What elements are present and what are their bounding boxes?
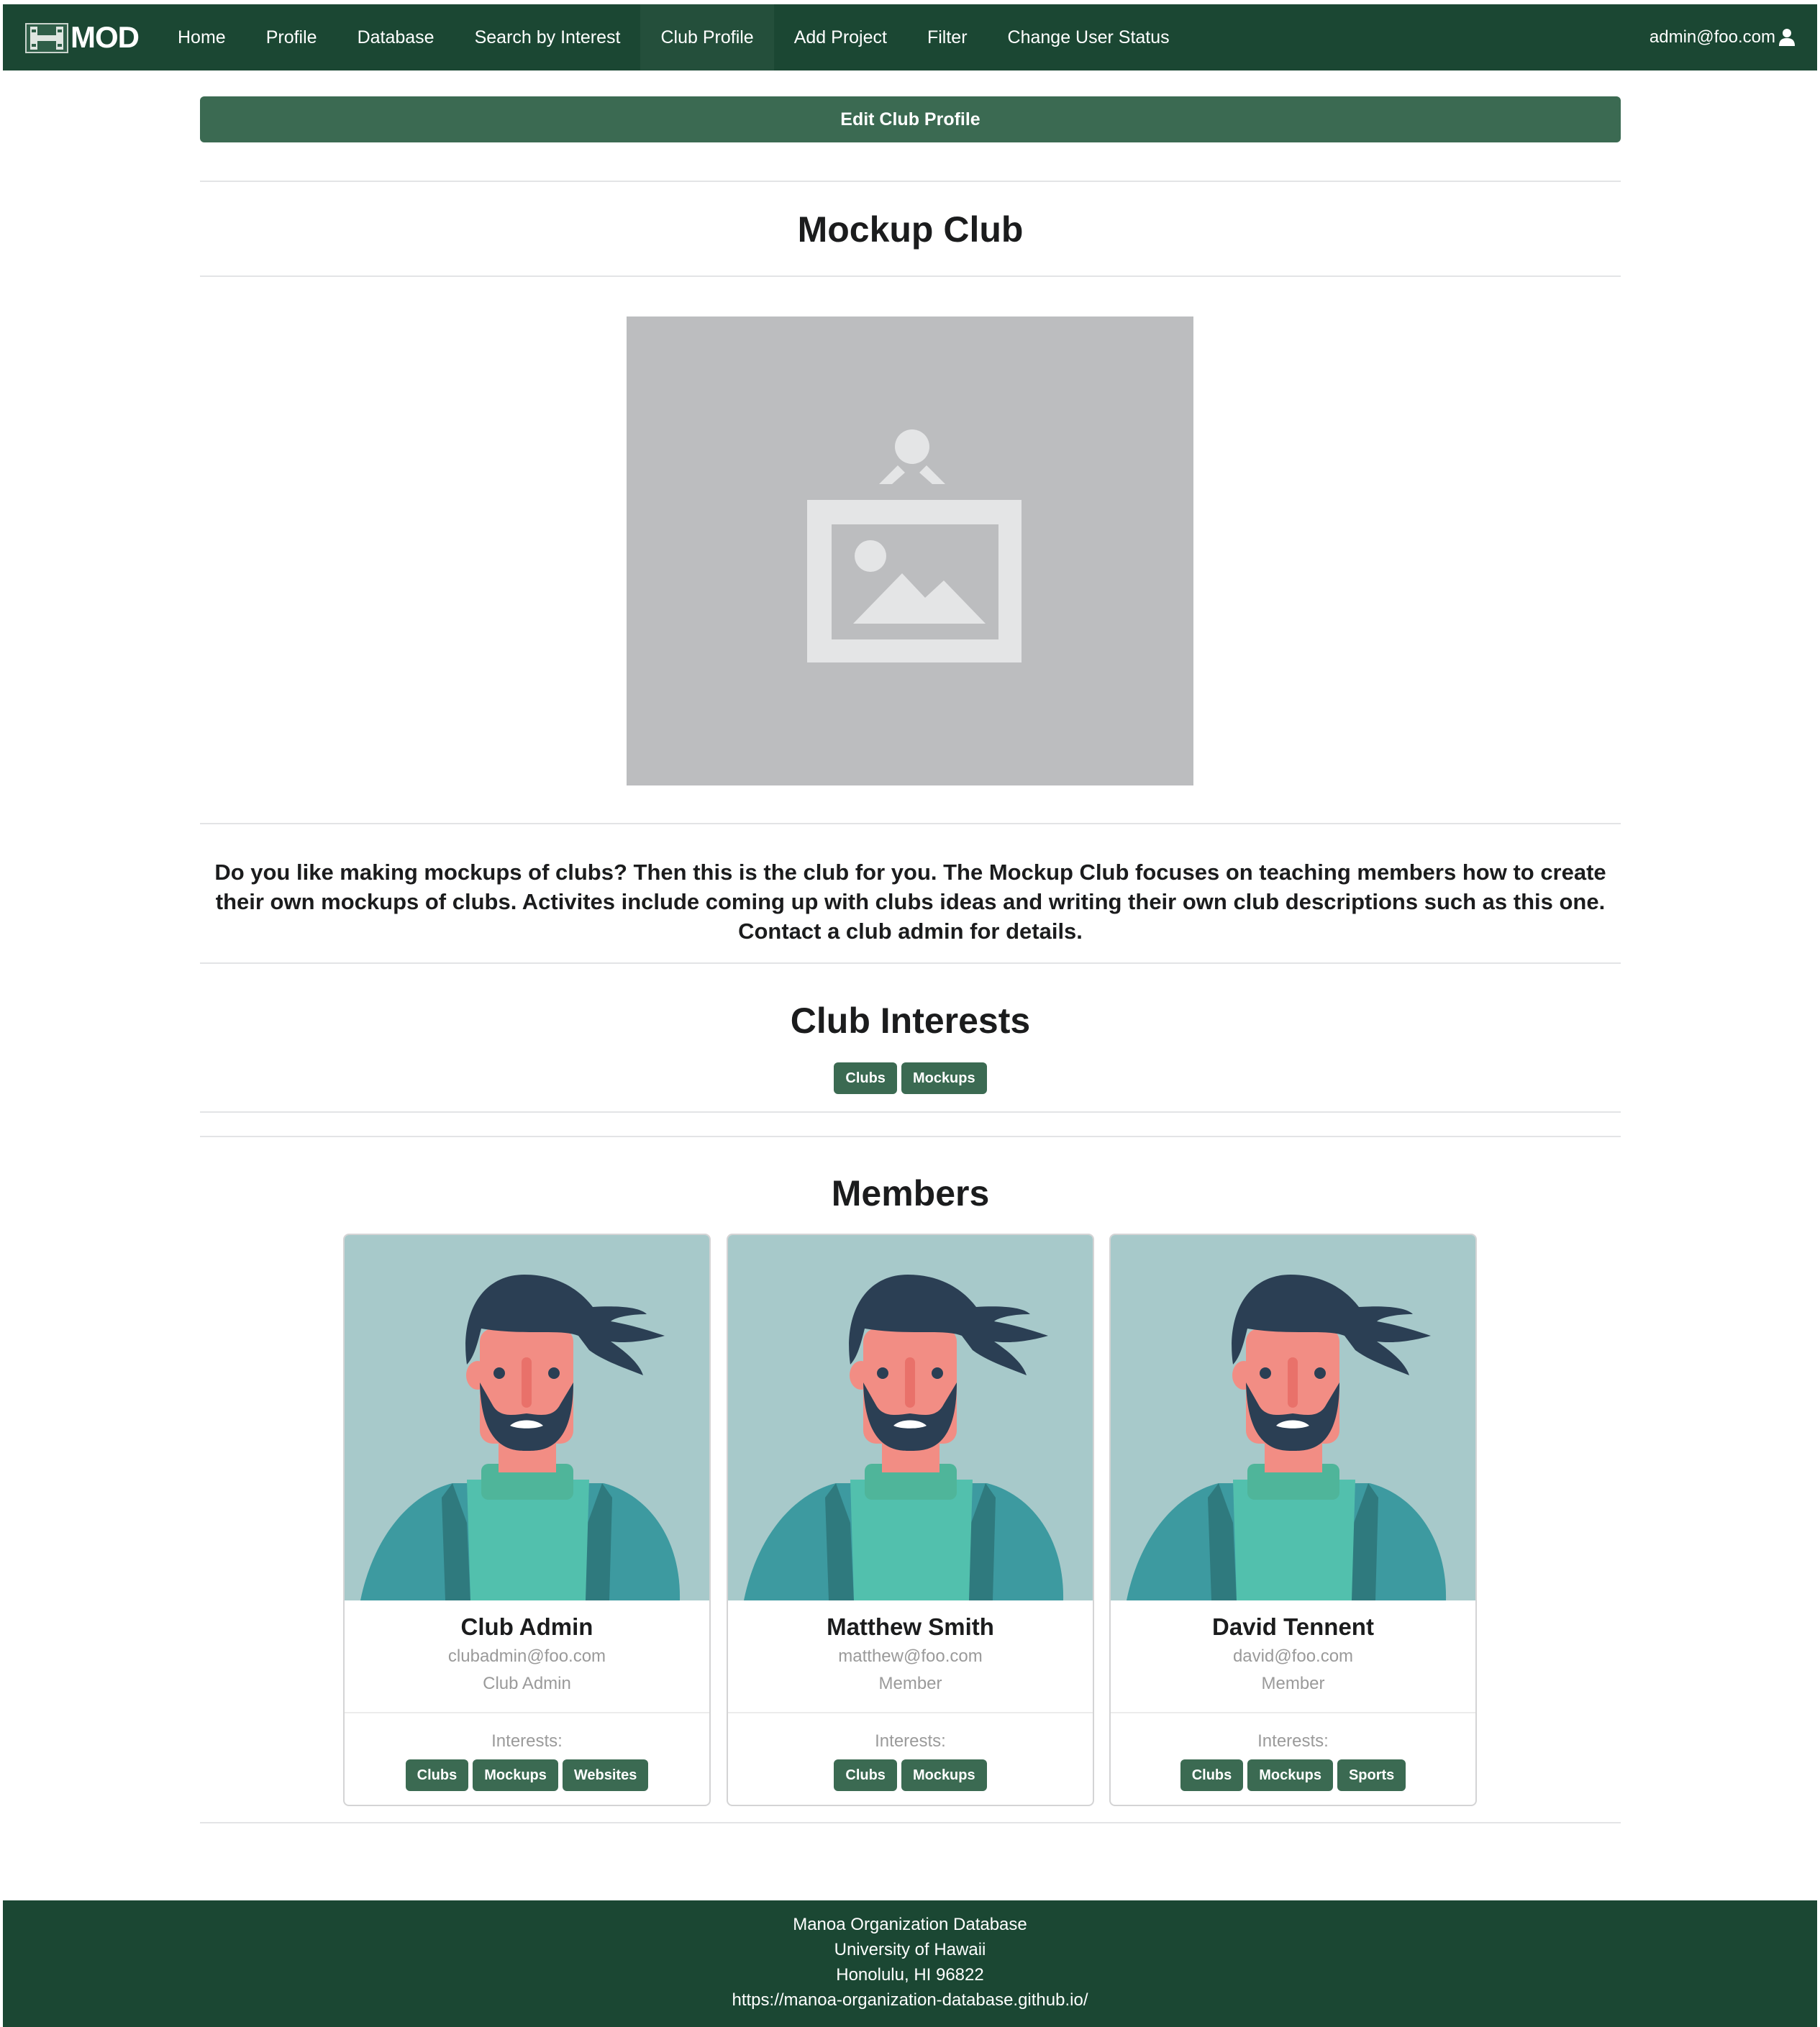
footer-org-name: Manoa Organization Database (793, 1915, 1027, 1934)
logo-text: MOD (70, 20, 140, 54)
club-interest-tags: Clubs Mockups (200, 1062, 1621, 1094)
member-avatar (728, 1235, 1093, 1600)
divider (200, 1822, 1621, 1823)
nav-database[interactable]: Database (337, 4, 455, 70)
interest-tag[interactable]: Websites (562, 1759, 649, 1791)
member-email: matthew@foo.com (838, 1646, 983, 1666)
card-divider (1111, 1712, 1475, 1713)
club-image (627, 316, 1193, 785)
divider (200, 275, 1621, 277)
member-card[interactable]: Matthew Smith matthew@foo.com Member Int… (727, 1234, 1094, 1806)
nav-club-profile[interactable]: Club Profile (640, 4, 774, 70)
interest-tag[interactable]: Clubs (1180, 1759, 1244, 1791)
club-name: Mockup Club (797, 209, 1024, 250)
footer: Manoa Organization Database University o… (3, 1900, 1817, 2027)
avatar-icon (744, 1275, 1064, 1600)
nav-filter[interactable]: Filter (907, 4, 988, 70)
interest-tag[interactable]: Mockups (901, 1759, 987, 1791)
edit-club-profile-button[interactable]: Edit Club Profile (200, 96, 1621, 142)
divider (200, 823, 1621, 824)
member-email: david@foo.com (1232, 1646, 1354, 1666)
member-avatar (345, 1235, 709, 1600)
interest-tag[interactable]: Mockups (1247, 1759, 1333, 1791)
interests-label: Interests: (1257, 1731, 1329, 1751)
member-role: Club Admin (483, 1674, 571, 1693)
club-interests-title: Club Interests (790, 1001, 1031, 1041)
member-name: Club Admin (460, 1613, 593, 1640)
footer-link[interactable]: https://manoa-organization-database.gith… (3, 1987, 1817, 2013)
image-placeholder-icon (807, 429, 1022, 662)
nav-add-project[interactable]: Add Project (774, 4, 907, 70)
member-email: clubadmin@foo.com (447, 1646, 606, 1666)
member-name: Matthew Smith (827, 1613, 994, 1640)
interests-label: Interests: (875, 1731, 946, 1751)
footer-university: University of Hawaii (834, 1940, 986, 1959)
interest-tag[interactable]: Clubs (834, 1759, 897, 1791)
member-role: Member (1261, 1674, 1325, 1693)
top-navbar: MOD Home Profile Database Search by Inte… (3, 4, 1817, 70)
nav-profile[interactable]: Profile (246, 4, 337, 70)
members-title: Members (831, 1173, 990, 1213)
member-interest-tags: Clubs Mockups Sports (1111, 1759, 1475, 1791)
nav-home[interactable]: Home (158, 4, 246, 70)
uh-logo-icon (25, 23, 68, 53)
user-email: admin@foo.com (1649, 27, 1775, 47)
nav-search-by-interest[interactable]: Search by Interest (455, 4, 641, 70)
member-card[interactable]: David Tennent david@foo.com Member Inter… (1109, 1234, 1477, 1806)
interests-label: Interests: (491, 1731, 563, 1751)
member-interest-tags: Clubs Mockups Websites (345, 1759, 709, 1791)
interest-tag[interactable]: Clubs (834, 1062, 897, 1094)
footer-address: Honolulu, HI 96822 (836, 1965, 984, 1985)
divider (200, 181, 1621, 182)
divider (200, 1136, 1621, 1137)
member-card[interactable]: Club Admin clubadmin@foo.com Club Admin … (343, 1234, 711, 1806)
avatar-icon (1127, 1275, 1447, 1600)
divider (200, 1111, 1621, 1113)
interest-tag[interactable]: Mockups (901, 1062, 987, 1094)
member-role: Member (878, 1674, 942, 1693)
club-description: Do you like making mockups of clubs? The… (214, 860, 1606, 944)
member-interest-tags: Clubs Mockups (728, 1759, 1093, 1791)
user-icon (1779, 29, 1795, 46)
interest-tag[interactable]: Sports (1337, 1759, 1406, 1791)
home-logo[interactable]: MOD (24, 4, 140, 70)
member-avatar (1111, 1235, 1475, 1600)
member-name: David Tennent (1212, 1613, 1374, 1640)
card-divider (728, 1712, 1093, 1713)
nav-change-user-status[interactable]: Change User Status (988, 4, 1190, 70)
interest-tag[interactable]: Mockups (473, 1759, 558, 1791)
interest-tag[interactable]: Clubs (405, 1759, 469, 1791)
card-divider (345, 1712, 709, 1713)
avatar-icon (360, 1275, 681, 1600)
user-menu[interactable]: admin@foo.com (1650, 4, 1796, 70)
divider (200, 962, 1621, 964)
